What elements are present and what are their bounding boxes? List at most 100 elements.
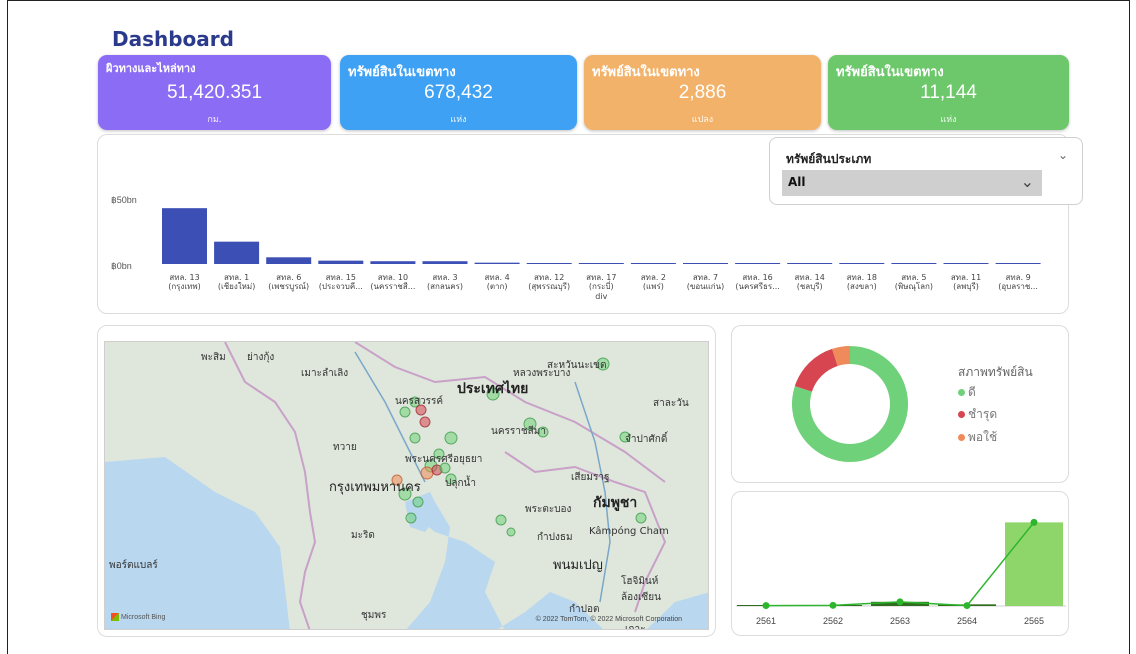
x-tick-label: สทล. 7 (ขอนแก่น) [687, 273, 724, 291]
kpi-label: ทรัพย์สินในเขตทาง [836, 65, 944, 80]
chevron-down-icon[interactable]: ⌄ [1021, 172, 1034, 191]
map-label: ประเทศไทย [457, 381, 529, 397]
map-label: สะหวันนะเขต [547, 360, 607, 371]
page-title: Dashboard [112, 27, 234, 51]
legend-item-fair[interactable]: พอใช้ [958, 428, 997, 447]
map-label: กำปงธม [537, 532, 573, 543]
legend-dot [958, 434, 965, 441]
kpi-unit: แปลง [691, 115, 714, 125]
line-point[interactable] [963, 602, 971, 610]
bar[interactable] [683, 263, 728, 264]
chevron-down-icon[interactable]: ⌄ [1058, 148, 1068, 162]
legend-dot [958, 411, 965, 418]
map-provider-label: Microsoft Bing [121, 613, 166, 621]
bar[interactable] [266, 257, 312, 264]
x-tick-label: สทล. 6 (เพชรบูรณ์) [268, 273, 309, 292]
slicer-dropdown[interactable]: All ⌄ [782, 170, 1042, 196]
map-label: Kâmpóng Cham [589, 526, 669, 537]
y-tick-label: ฿50bn [111, 195, 137, 205]
x-tick-label: สทล. 15 (ประจวบคี... [319, 273, 363, 291]
x-tick-label: สทล. 14 (ชลบุรี) [795, 273, 825, 291]
map-label: เกาะ [625, 624, 646, 630]
bar[interactable] [370, 261, 416, 264]
x-tick-label: สทล. 3 (สกลนคร) [427, 273, 463, 291]
bar[interactable] [891, 263, 937, 264]
map-label: ชุมพร [361, 610, 387, 621]
map-label: ย่างกุ้ง [247, 352, 275, 363]
slicer-selected-value: All [788, 175, 806, 189]
x-tick-label: สทล. 9 (อุบลราช... [998, 273, 1038, 291]
line-point[interactable] [896, 598, 904, 606]
asset-type-slicer[interactable]: ทรัพย์สินประเภท ⌄ All ⌄ [769, 137, 1083, 205]
bar[interactable] [214, 241, 260, 264]
line-point[interactable] [762, 602, 770, 610]
bar[interactable] [630, 263, 676, 264]
x-tick-label: สทล. 16 (นครศรีธร... [735, 273, 779, 291]
bar[interactable] [474, 262, 520, 264]
x-tick-label: 2563 [890, 616, 910, 626]
map-label: กรุงเทพมหานคร [329, 480, 421, 495]
trend-line [765, 521, 1035, 607]
map-label: โฮจิมินห์ [621, 576, 659, 587]
kpi-label: ผิวทางและไหล่ทาง [106, 62, 196, 75]
bar[interactable] [162, 208, 207, 264]
donut-chart[interactable] [780, 339, 920, 469]
map-label: สาละวัน [653, 398, 689, 409]
x-tick-label: สทล. 18 (สงขลา) [847, 273, 877, 291]
line-point[interactable] [1030, 518, 1038, 526]
bar[interactable] [318, 260, 364, 264]
map-label: กำปอต [569, 604, 600, 615]
kpi-value: 2,886 [678, 82, 727, 103]
bing-logo-icon [111, 613, 119, 621]
x-tick-label: สทล. 5 (พิษณุโลก) [895, 273, 933, 291]
map-label: นครราชสีมา [491, 426, 546, 437]
x-tick-label: สทล. 1 (เชียงใหม่) [218, 273, 255, 291]
kpi-value: 11,144 [920, 82, 977, 103]
bar[interactable] [839, 263, 885, 264]
bar[interactable] [995, 263, 1041, 264]
chart-annotation: div [595, 292, 607, 301]
map-label: ปลุกน้ำ [445, 478, 476, 489]
legend-title: สภาพทรัพย์สิน [958, 365, 1033, 379]
x-tick-label: 2562 [823, 616, 843, 626]
kpi-unit: แห่ง [940, 115, 957, 125]
line-point[interactable] [829, 601, 837, 609]
kpi-card-road[interactable]: ผิวทางและไหล่ทาง 51,420.351 กม. [98, 55, 331, 130]
kpi-card-structures[interactable]: ทรัพย์สินในเขตทาง 11,144 แห่ง [828, 55, 1069, 130]
x-tick-label: 2565 [1024, 616, 1044, 626]
bar[interactable] [1005, 522, 1063, 606]
bar[interactable] [422, 261, 468, 264]
map-label: ล้องเซียน [621, 592, 661, 603]
map-label: มะริด [351, 530, 375, 541]
x-tick-label: สทล. 17 (กระบี่) [586, 273, 616, 291]
bar[interactable] [943, 263, 989, 264]
combo-chart[interactable]: 2561 2562 2563 2564 2565 [736, 500, 1066, 632]
bar[interactable] [526, 263, 572, 264]
x-tick-label: สทล. 4 (ตาก) [484, 273, 509, 291]
legend-item-good[interactable]: ดี [958, 383, 976, 402]
map-label: เสียมราฐ [571, 472, 610, 483]
kpi-card-assets[interactable]: ทรัพย์สินในเขตทาง 678,432 แห่ง [340, 55, 577, 130]
donut-slice[interactable] [794, 348, 838, 392]
x-tick-label: สทล. 10 (นครราชสี... [370, 273, 415, 291]
map-label: ทวาย [333, 442, 357, 453]
legend-label: ชำรุด [968, 407, 998, 421]
map-label: พะสิม [201, 352, 226, 363]
map-label: กัมพูชา [593, 495, 638, 511]
kpi-unit: กม. [207, 115, 222, 125]
bar[interactable] [735, 263, 781, 264]
map-label: พระตะบอง [525, 504, 572, 515]
kpi-card-land[interactable]: ทรัพย์สินในเขตทาง 2,886 แปลง [584, 55, 821, 130]
map-provider-logo: Microsoft Bing [111, 613, 165, 621]
map-label: นครสวรรค์ [395, 396, 444, 407]
bar[interactable] [578, 263, 624, 264]
y-tick-label: ฿0bn [111, 261, 132, 271]
map-label: พนมเปญ [553, 558, 603, 573]
asset-map[interactable]: พะสิม ย่างกุ้ง เมาะลำเลิง ประเทศไทย หลวง… [104, 341, 709, 630]
x-tick-label: สทล. 11 (ลพบุรี) [951, 273, 981, 291]
map-attribution: © 2022 TomTom, © 2022 Microsoft Corporat… [535, 616, 682, 623]
bar[interactable] [787, 263, 833, 264]
map-label: จำปาศักดิ์ [625, 434, 668, 445]
slicer-title: ทรัพย์สินประเภท [786, 152, 872, 166]
legend-item-damaged[interactable]: ชำรุด [958, 405, 997, 424]
